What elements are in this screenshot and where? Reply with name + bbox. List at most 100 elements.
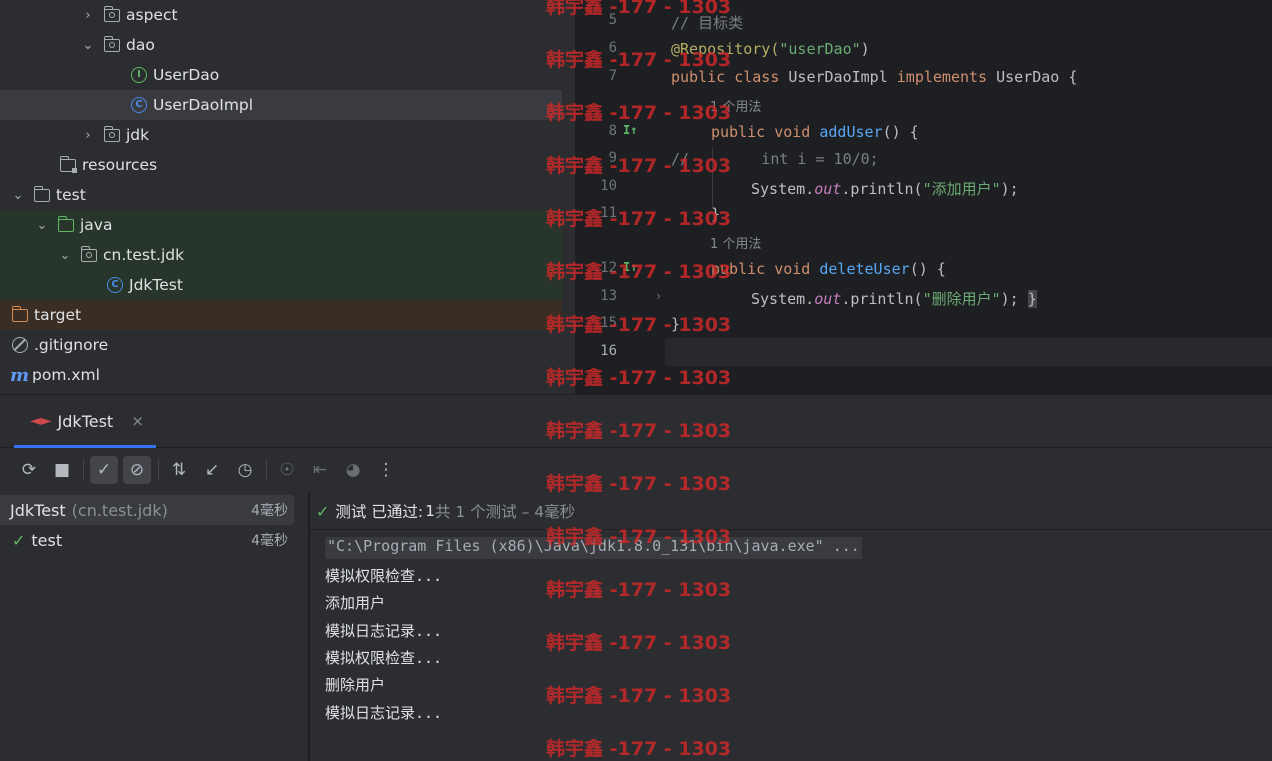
current-line-highlight	[665, 338, 1272, 366]
toolbar-separator	[83, 459, 84, 481]
test-name: test	[31, 530, 63, 550]
watermark: 韩宇鑫 -177 - 1303	[546, 0, 732, 18]
watermark: 韩宇鑫 -177 - 1303	[546, 420, 732, 442]
tree-item-aspect[interactable]: › aspect	[0, 0, 575, 30]
usage-hint[interactable]: 1 个用法	[710, 233, 761, 252]
watermark: 韩宇鑫 -177 - 1303	[546, 102, 732, 124]
field-token: out	[814, 290, 842, 308]
line-number: 8	[608, 123, 617, 139]
package-folder-icon	[103, 35, 120, 52]
punct-token: () {	[909, 260, 946, 278]
line-number: 10	[600, 178, 617, 194]
fold-arrow-icon[interactable]: ›	[655, 289, 662, 303]
test-summary: 共 1 个测试 – 4毫秒	[434, 503, 576, 521]
code-line-10: System.out.println("添加用户");	[751, 178, 1019, 199]
chevron-down-icon[interactable]: ⌄	[57, 248, 73, 263]
tree-item-label: java	[80, 216, 113, 234]
tree-item-jdk[interactable]: › jdk	[0, 120, 575, 150]
panel-divider[interactable]	[308, 493, 310, 761]
chevron-down-icon[interactable]: ⌄	[80, 38, 96, 53]
code-line-8: public void addUser() {	[711, 123, 919, 141]
watermark: 韩宇鑫 -177 - 1303	[546, 208, 732, 230]
watermark: 韩宇鑫 -177 - 1303	[546, 579, 732, 601]
chevron-right-icon[interactable]: ›	[80, 128, 96, 143]
resources-folder-icon	[59, 155, 77, 173]
chevron-down-icon[interactable]: ⌄	[34, 218, 50, 233]
test-item-jdktest[interactable]: JdkTest (cn.test.jdk) 4毫秒	[0, 495, 294, 525]
tree-item-userdao[interactable]: I UserDao	[0, 60, 575, 90]
watermark: 韩宇鑫 -177 - 1303	[546, 261, 732, 283]
console-line: 模拟日志记录...	[325, 704, 443, 722]
tree-item-userdaoimpl[interactable]: C UserDaoImpl	[0, 90, 562, 120]
tree-item-label: .gitignore	[34, 336, 109, 354]
tree-item-dao[interactable]: ⌄ dao	[0, 30, 575, 60]
call-token: .println(	[841, 290, 923, 308]
test-duration: 4毫秒	[251, 503, 288, 519]
test-name: JdkTest	[10, 500, 66, 520]
tab-label: JdkTest	[57, 411, 114, 431]
chevron-down-icon[interactable]: ⌄	[10, 188, 26, 203]
camera-icon[interactable]: ☉	[273, 456, 301, 484]
field-token: out	[814, 180, 842, 198]
watermark: 韩宇鑫 -177 - 1303	[546, 155, 732, 177]
watermark: 韩宇鑫 -177 - 1303	[546, 473, 732, 495]
passed-label: 测试 已通过:	[335, 503, 424, 521]
tree-item-test[interactable]: ⌄ test	[0, 180, 575, 210]
tree-item-label: resources	[82, 156, 158, 174]
line-number: 13	[600, 288, 617, 304]
code-line-12: public void deleteUser() {	[711, 260, 946, 278]
tree-item-label: UserDaoImpl	[153, 96, 254, 114]
watermark: 韩宇鑫 -177 - 1303	[546, 632, 732, 654]
code-line-7: public class UserDaoImpl implements User…	[671, 68, 1077, 86]
tree-item-resources[interactable]: resources	[0, 150, 575, 180]
close-icon[interactable]: ×	[131, 412, 144, 430]
watermark: 韩宇鑫 -177 - 1303	[546, 314, 732, 336]
collapse-icon[interactable]: ↙	[198, 456, 226, 484]
package-folder-icon	[103, 5, 120, 22]
tree-item-jdktest[interactable]: C JdkTest	[0, 270, 575, 300]
test-package: (cn.test.jdk)	[71, 500, 168, 520]
string-token: "删除用户"	[922, 290, 1001, 308]
punct-token: );	[1000, 180, 1019, 198]
excluded-folder-icon	[11, 305, 28, 322]
package-folder-icon	[80, 245, 97, 262]
folder-icon	[33, 185, 50, 202]
passed-count: 1	[425, 502, 435, 520]
class-icon: C	[107, 277, 123, 293]
tree-item-target[interactable]: target	[0, 300, 575, 330]
check-icon: ✓	[12, 530, 26, 550]
class-ref-token: System.	[751, 180, 815, 198]
chevron-right-icon[interactable]: ›	[80, 8, 96, 23]
more-options-icon[interactable]: ⋮	[372, 456, 400, 484]
method-token: addUser	[819, 123, 883, 141]
tree-item-cn-test-jdk[interactable]: ⌄ cn.test.jdk	[0, 240, 575, 270]
test-item-test[interactable]: ✓ test 4毫秒	[0, 525, 294, 555]
sort-icon[interactable]: ⇅	[165, 456, 193, 484]
tree-item-label: JdkTest	[129, 276, 183, 294]
call-token: .println(	[841, 180, 923, 198]
folded-brace[interactable]: }	[1027, 290, 1037, 308]
package-folder-icon	[103, 125, 120, 142]
implements-gutter-icon[interactable]: I↑	[623, 123, 637, 137]
keyword-token: public void	[711, 123, 820, 141]
gauge-icon[interactable]: ◕	[339, 456, 367, 484]
show-passed-icon[interactable]: ✓	[90, 456, 118, 484]
tab-jdktest[interactable]: ◄► JdkTest ×	[14, 395, 156, 448]
rerun-icon[interactable]	[0, 456, 10, 484]
class-ref-token: System.	[751, 290, 815, 308]
tree-item-java[interactable]: ⌄ java	[0, 210, 575, 240]
console-line: 模拟日志记录...	[325, 622, 443, 640]
console-line: 模拟权限检查...	[325, 567, 443, 585]
stop-icon[interactable]: ■	[48, 456, 76, 484]
tree-item-label: UserDao	[153, 66, 220, 84]
method-token: deleteUser	[819, 260, 910, 278]
import-icon[interactable]: ⇤	[306, 456, 334, 484]
show-ignored-icon[interactable]: ⊘	[123, 456, 151, 484]
tree-item-pom-xml[interactable]: m pom.xml	[0, 360, 575, 390]
watermark: 韩宇鑫 -177 - 1303	[546, 526, 732, 548]
history-icon[interactable]: ◷	[231, 456, 259, 484]
test-tree: JdkTest (cn.test.jdk) 4毫秒 ✓ test 4毫秒	[0, 493, 308, 761]
tree-item-gitignore[interactable]: .gitignore	[0, 330, 575, 360]
code-line-13: System.out.println("删除用户"); }	[751, 288, 1037, 309]
rerun-failed-icon[interactable]: ⟳	[15, 456, 43, 484]
